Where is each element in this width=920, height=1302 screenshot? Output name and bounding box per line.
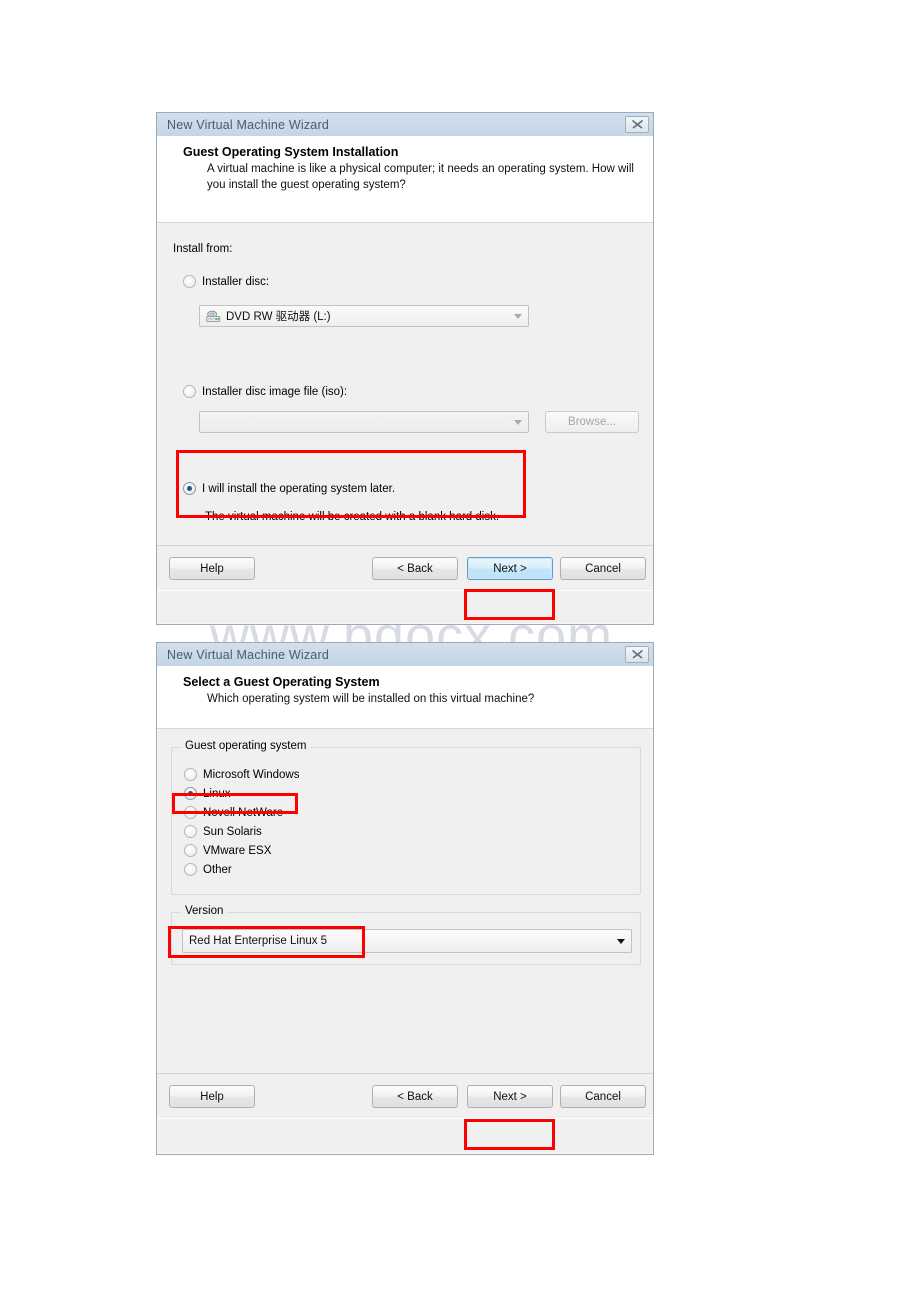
radio-installer-iso-indicator <box>183 385 196 398</box>
radio-microsoft-windows[interactable]: Microsoft Windows <box>184 768 300 781</box>
radio-novell-netware[interactable]: Novell NetWare <box>184 806 283 819</box>
radio-microsoft-windows-indicator <box>184 768 197 781</box>
radio-vmware-esx[interactable]: VMware ESX <box>184 844 271 857</box>
header-heading-step1: Guest Operating System Installation <box>183 145 399 159</box>
header-description-step1: A virtual machine is like a physical com… <box>207 163 634 191</box>
radio-vmware-esx-label: VMware ESX <box>203 844 272 857</box>
new-vm-wizard-dialog-step1: New Virtual Machine Wizard Guest Operati… <box>156 112 654 625</box>
iso-path-combobox[interactable] <box>199 411 529 433</box>
dialog-body-step1: Install from: Installer disc: DVD RW 驱动器… <box>157 223 653 545</box>
radio-installer-disc-label: Installer disc: <box>202 275 270 288</box>
radio-installer-iso[interactable]: Installer disc image file (iso): <box>183 385 347 398</box>
radio-install-later-indicator <box>183 482 196 495</box>
header-description-step2: Which operating system will be installed… <box>207 693 535 705</box>
radio-linux-label: Linux <box>203 787 231 800</box>
radio-sun-solaris-label: Sun Solaris <box>203 825 262 838</box>
dialog-header-step1: Guest Operating System Installation A vi… <box>157 137 653 223</box>
help-button-step1[interactable]: Help <box>169 557 255 580</box>
window-title-step1: New Virtual Machine Wizard <box>167 117 329 132</box>
next-button-step2[interactable]: Next > <box>467 1085 553 1108</box>
titlebar-step1: New Virtual Machine Wizard <box>157 113 653 137</box>
version-groupbox: Version Red Hat Enterprise Linux 5 <box>171 905 641 965</box>
radio-other-label: Other <box>203 863 232 876</box>
cancel-button-step1[interactable]: Cancel <box>560 557 646 580</box>
radio-other[interactable]: Other <box>184 863 232 876</box>
chevron-down-icon-iso[interactable] <box>508 412 528 432</box>
back-button-step1[interactable]: < Back <box>372 557 458 580</box>
radio-sun-solaris-indicator <box>184 825 197 838</box>
help-button-step2[interactable]: Help <box>169 1085 255 1108</box>
version-group-label: Version <box>181 905 228 917</box>
radio-installer-disc-indicator <box>183 275 196 288</box>
radio-novell-netware-label: Novell NetWare <box>203 806 284 819</box>
cancel-button-step2[interactable]: Cancel <box>560 1085 646 1108</box>
installer-disc-value: DVD RW 驱动器 (L:) <box>226 311 331 323</box>
radio-installer-iso-label: Installer disc image file (iso): <box>202 385 348 398</box>
close-icon[interactable] <box>625 116 649 133</box>
browse-button[interactable]: Browse... <box>545 411 639 433</box>
dialog-footer-step1: Help < Back Next > Cancel <box>157 545 653 591</box>
version-value: Red Hat Enterprise Linux 5 <box>189 935 328 947</box>
dialog-footer-step2: Help < Back Next > Cancel <box>157 1073 653 1119</box>
chevron-down-icon-version[interactable] <box>611 930 631 952</box>
radio-sun-solaris[interactable]: Sun Solaris <box>184 825 262 838</box>
radio-linux-indicator <box>184 787 197 800</box>
titlebar-step2: New Virtual Machine Wizard <box>157 643 653 667</box>
version-combobox[interactable]: Red Hat Enterprise Linux 5 <box>182 929 632 953</box>
radio-vmware-esx-indicator <box>184 844 197 857</box>
guest-os-groupbox: Guest operating system Microsoft Windows… <box>171 740 641 895</box>
install-later-note: The virtual machine will be created with… <box>205 511 500 523</box>
radio-novell-netware-indicator <box>184 806 197 819</box>
back-button-step2[interactable]: < Back <box>372 1085 458 1108</box>
window-title-step2: New Virtual Machine Wizard <box>167 647 329 662</box>
radio-other-indicator <box>184 863 197 876</box>
radio-microsoft-windows-label: Microsoft Windows <box>203 768 300 781</box>
chevron-down-icon-disc[interactable] <box>508 306 528 326</box>
dialog-body-step2: Guest operating system Microsoft Windows… <box>157 729 653 1073</box>
radio-install-later-label: I will install the operating system late… <box>202 482 396 495</box>
guest-os-group-label: Guest operating system <box>181 740 311 752</box>
screenshot-page: www.bdocx.com New Virtual Machine Wizard… <box>0 0 920 1302</box>
installer-disc-combobox[interactable]: DVD RW 驱动器 (L:) <box>199 305 529 327</box>
optical-drive-icon <box>206 310 221 323</box>
next-button-step1[interactable]: Next > <box>467 557 553 580</box>
install-from-label: Install from: <box>173 243 233 255</box>
new-vm-wizard-dialog-step2: New Virtual Machine Wizard Select a Gues… <box>156 642 654 1155</box>
radio-installer-disc[interactable]: Installer disc: <box>183 275 269 288</box>
header-heading-step2: Select a Guest Operating System <box>183 675 380 689</box>
dialog-header-step2: Select a Guest Operating System Which op… <box>157 667 653 729</box>
radio-install-later[interactable]: I will install the operating system late… <box>183 482 395 495</box>
close-icon[interactable] <box>625 646 649 663</box>
radio-linux[interactable]: Linux <box>184 787 231 800</box>
